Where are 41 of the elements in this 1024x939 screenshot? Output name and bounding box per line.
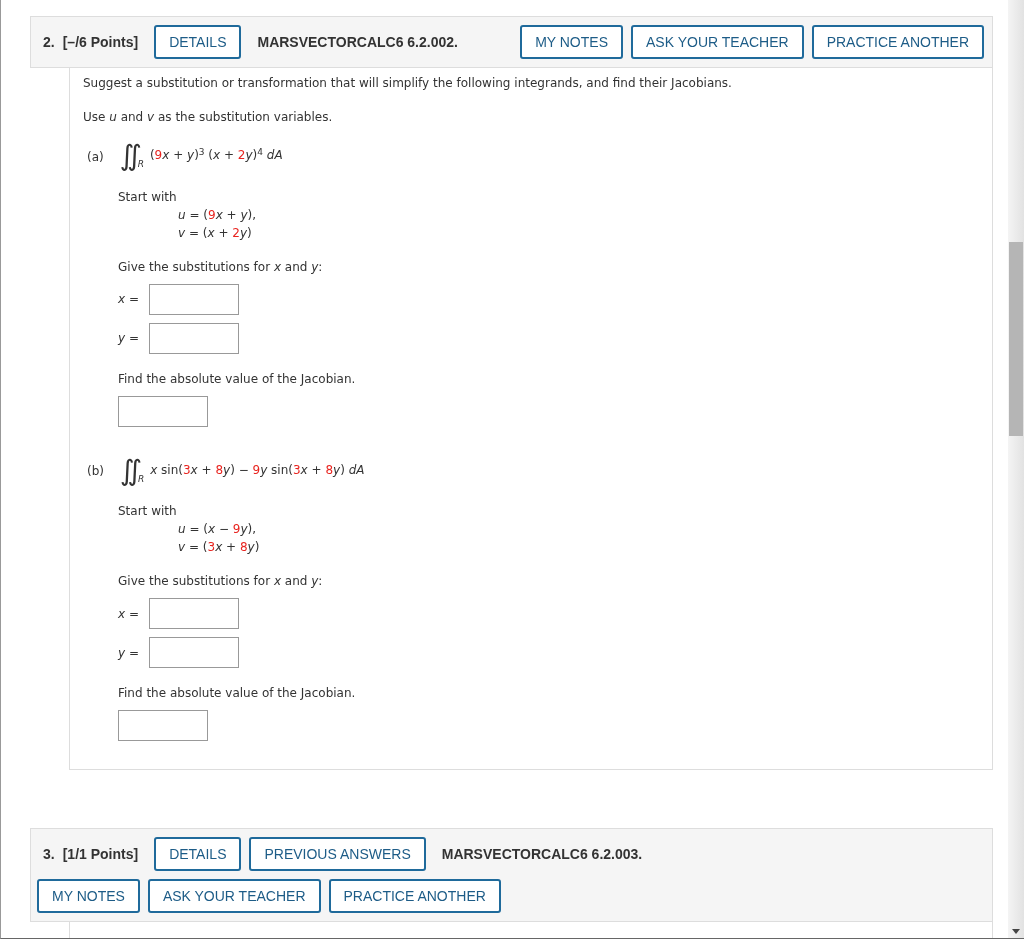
- substitution-equation: u = (9x + y),: [178, 207, 257, 222]
- header-button[interactable]: PREVIOUS ANSWERS: [249, 837, 426, 871]
- question-text: Suggest a substitution or transformation that will simplify the following integrands, and find their Jacobians.: [83, 75, 733, 92]
- points-label: [–/6 Points]: [62, 32, 139, 52]
- answer-field[interactable]: [149, 637, 239, 668]
- start-label: Start with: [118, 188, 178, 206]
- header-button[interactable]: PRACTICE ANOTHER: [811, 25, 984, 59]
- question-number: 3.: [43, 844, 55, 864]
- header-button[interactable]: ASK YOUR TEACHER: [631, 25, 804, 59]
- start-label: Start with: [118, 503, 178, 520]
- problem-code: MARSVECTORCALC6 6.2.002.: [257, 32, 458, 52]
- field-label: x =: [118, 291, 140, 308]
- scrollbar-thumb[interactable]: [1009, 242, 1023, 436]
- header-button[interactable]: DETAILS: [154, 837, 242, 871]
- points-label: [1/1 Points]: [62, 844, 139, 864]
- substitution-equation: v = (x + 2y): [178, 225, 252, 240]
- field-label: y =: [118, 644, 140, 662]
- substitution-equation: u = (x − 9y),: [178, 522, 257, 536]
- substitution-prompt: Give the substitutions for x and y:: [118, 258, 324, 276]
- substitution-equation: v = (3x + 8y): [178, 540, 260, 554]
- header-button[interactable]: MY NOTES: [520, 25, 623, 59]
- part-label: (a): [87, 148, 104, 166]
- problem-code: MARSVECTORCALC6 6.2.003.: [441, 844, 643, 864]
- field-label: y =: [118, 330, 140, 347]
- header-button[interactable]: DETAILS: [154, 25, 242, 59]
- instruction-text: Use u and v as the substitution variables.: [83, 109, 334, 126]
- field-label: x =: [118, 605, 140, 623]
- header-button[interactable]: MY NOTES: [37, 879, 140, 913]
- answer-field[interactable]: [149, 283, 239, 315]
- header-button[interactable]: PRACTICE ANOTHER: [328, 879, 501, 913]
- header-button[interactable]: ASK YOUR TEACHER: [147, 879, 321, 913]
- answer-field[interactable]: [149, 598, 239, 629]
- answer-field[interactable]: [118, 395, 208, 427]
- substitution-prompt: Give the substitutions for x and y:: [118, 573, 324, 590]
- answer-field[interactable]: [118, 710, 208, 741]
- jacobian-prompt: Find the absolute value of the Jacobian.: [118, 370, 357, 388]
- answer-field[interactable]: [149, 322, 239, 354]
- question-number: 2.: [43, 32, 55, 52]
- jacobian-prompt: Find the absolute value of the Jacobian.: [118, 685, 357, 702]
- part-label: (b): [87, 463, 104, 481]
- scroll-down-icon[interactable]: [1012, 928, 1020, 934]
